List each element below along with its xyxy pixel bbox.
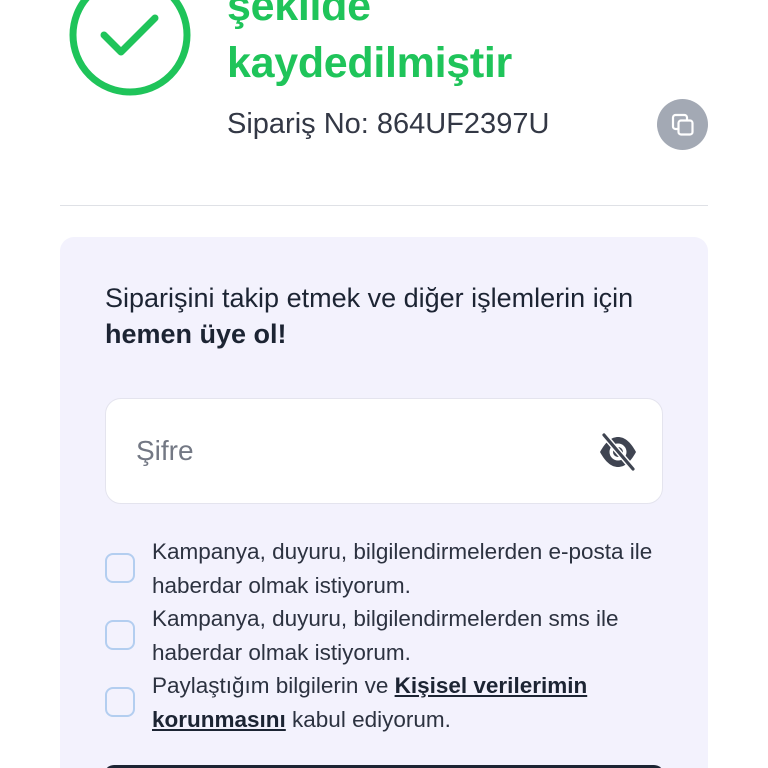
copy-order-number-button[interactable] [657, 99, 708, 150]
order-number-row: Sipariş No: 864UF2397U [227, 104, 549, 144]
success-title-line-1: şekilde [227, 0, 371, 30]
signup-prompt: Siparişini takip etmek ve diğer işlemler… [105, 280, 665, 352]
order-number-label: Sipariş No: [227, 108, 369, 140]
order-number-value: 864UF2397U [376, 108, 550, 140]
consent-email: Kampanya, duyuru, bilgilendirmelerden e-… [105, 535, 675, 603]
consent-email-label: Kampanya, duyuru, bilgilendirmelerden e-… [152, 539, 653, 598]
section-divider [60, 205, 708, 206]
consent-kvkk-label: Paylaştığım bilgilerin ve Kişisel verile… [152, 669, 672, 737]
consent-kvkk-text-start: Paylaştığım bilgilerin ve [152, 673, 395, 698]
copy-icon [671, 113, 694, 136]
consent-kvkk-text-end: kabul ediyorum. [285, 707, 451, 732]
success-title: şekilde kaydedilmiştir [227, 0, 512, 92]
order-confirmation-page: şekilde kaydedilmiştir Sipariş No: 864UF… [0, 0, 768, 768]
consent-kvkk-checkbox[interactable] [105, 687, 135, 717]
password-field[interactable] [105, 398, 663, 504]
consent-sms: Kampanya, duyuru, bilgilendirmelerden sm… [105, 602, 675, 670]
success-title-line-2: kaydedilmiştir [227, 39, 512, 87]
password-input[interactable] [136, 429, 576, 473]
consent-sms-checkbox[interactable] [105, 620, 135, 650]
eye-slash-icon[interactable] [597, 432, 639, 472]
signup-prompt-text: Siparişini takip etmek ve diğer işlemler… [105, 283, 634, 313]
signup-prompt-highlight: hemen üye ol! [105, 319, 287, 349]
consent-sms-label: Kampanya, duyuru, bilgilendirmelerden sm… [152, 606, 619, 665]
consent-kvkk: Paylaştığım bilgilerin ve Kişisel verile… [105, 669, 675, 737]
consent-email-checkbox[interactable] [105, 553, 135, 583]
check-circle-icon [69, 0, 191, 96]
